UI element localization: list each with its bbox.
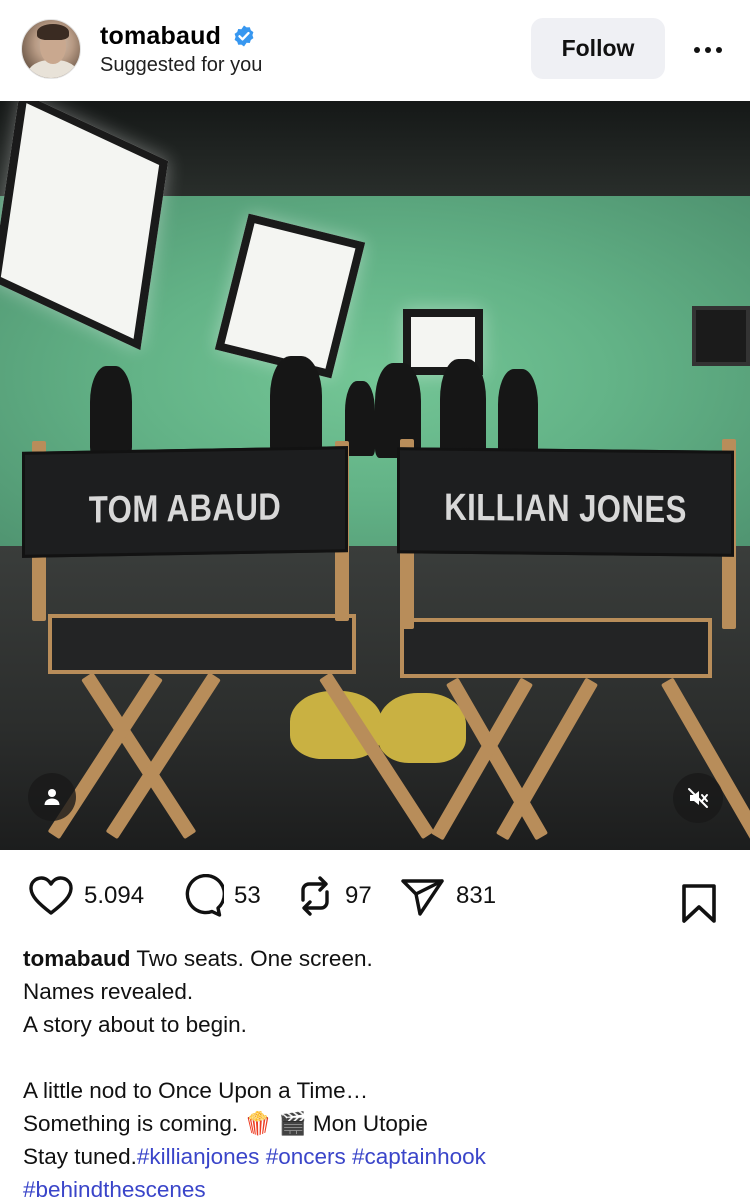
suggested-label: Suggested for you [100,54,263,76]
like-count: 5.094 [84,882,145,909]
send-icon[interactable] [400,874,446,918]
crew-silhouette [498,369,538,457]
hashtag-link[interactable]: #behindthescenes [23,1177,206,1200]
post-caption: tomabaud Two seats. One screen. Names re… [23,942,728,1200]
left-chair-back: TOM ABAUD [22,446,348,558]
audio-muted-button[interactable] [673,773,723,823]
share-action[interactable]: 831 [400,868,496,924]
share-count: 831 [456,882,497,909]
hashtag-link[interactable]: #captainhook [352,1144,486,1169]
comment-action[interactable]: 53 [180,868,261,924]
crew-silhouette [90,366,132,456]
right-chair-seat [400,618,712,678]
comment-count: 53 [234,882,261,909]
right-chair-name: KILLIAN JONES [444,486,687,532]
repost-action[interactable]: 97 [295,868,372,924]
crew-silhouette [375,363,421,458]
post-actions: 5.094 53 97 831 [0,868,750,928]
tagged-people-button[interactable] [28,773,76,821]
caption-line: Stay tuned.#killianjones #oncers #captai… [23,1140,728,1173]
comment-icon[interactable] [180,874,224,918]
repost-icon[interactable] [295,874,335,918]
right-chair-back: KILLIAN JONES [397,447,734,557]
user-avatar[interactable] [21,19,81,79]
dot [694,47,700,53]
avatar-hair-shape [37,24,69,40]
caption-line: tomabaud Two seats. One screen. [23,942,728,975]
caption-line: A little nod to Once Upon a Time… [23,1078,369,1103]
studio-floor [0,546,750,850]
post-username[interactable]: tomabaud [100,22,221,51]
crew-silhouette [345,381,375,456]
follow-button[interactable]: Follow [531,18,665,79]
dot [705,47,711,53]
hashtag-link[interactable]: #oncers [266,1144,346,1169]
left-chair-seat [48,614,356,674]
dot [716,47,722,53]
hashtag-link[interactable]: #killianjones [137,1144,260,1169]
like-action[interactable]: 5.094 [28,868,144,924]
caption-line: Something is coming. 🍿 🎬 Mon Utopie [23,1111,428,1136]
caption-username[interactable]: tomabaud [23,946,131,971]
crew-silhouette [270,356,322,456]
verified-badge-icon [234,25,254,47]
caption-line: #behindthescenes [23,1173,728,1200]
caption-line [23,1041,728,1074]
caption-text: Two seats. One screen. [130,946,373,971]
speaker-muted-icon [688,788,708,808]
person-icon [44,789,60,805]
bookmark-icon[interactable] [680,883,718,925]
more-options-icon[interactable] [688,30,728,70]
left-chair-name: TOM ABAUD [88,486,282,532]
caption-text: Stay tuned. [23,1144,137,1169]
caption-line: Names revealed. [23,979,194,1004]
sandbag [378,693,466,763]
save-action[interactable] [680,876,718,932]
studio-monitor [692,306,750,366]
heart-icon[interactable] [28,875,74,917]
post-header: tomabaud Suggested for you Follow [0,0,750,100]
caption-line: A story about to begin. [23,1012,247,1037]
repost-count: 97 [345,882,372,909]
post-photo[interactable]: TOM ABAUD KILLIAN JONES [0,101,750,850]
crew-silhouette [440,359,486,459]
